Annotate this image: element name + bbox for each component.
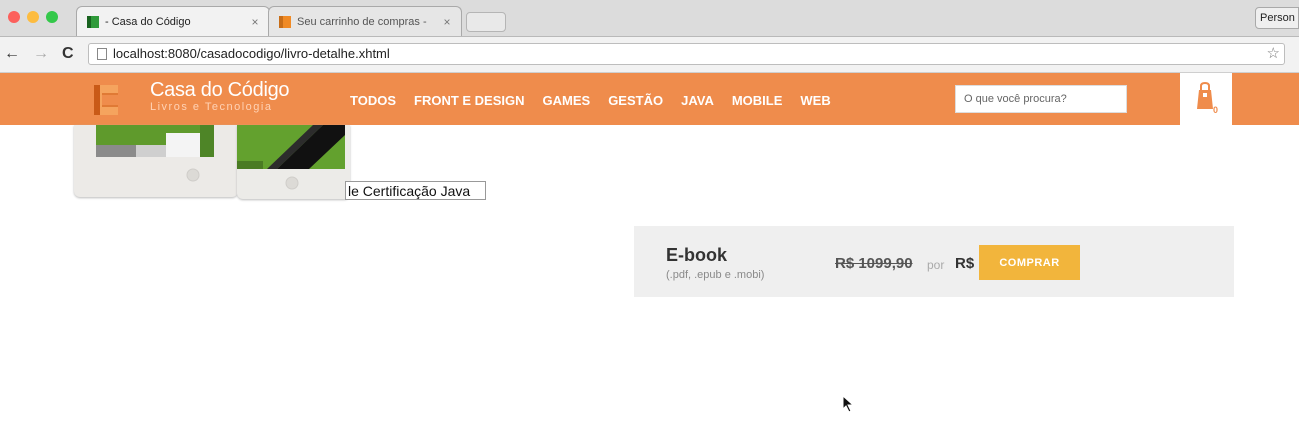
- nav-front-e-design[interactable]: FRONT E DESIGN: [414, 93, 525, 108]
- forward-icon[interactable]: →: [33, 45, 49, 63]
- book-cover-printed-device: [237, 125, 350, 199]
- search-input[interactable]: O que você procura?: [955, 85, 1127, 113]
- logo-subtitle: Livros e Tecnologia: [150, 101, 273, 113]
- favicon-icon: [87, 15, 99, 28]
- tab-casa-do-codigo[interactable]: - Casa do Código ×: [76, 6, 270, 36]
- browser-nav-bar: ← → C localhost:8080/casadocodigo/livro-…: [0, 37, 1299, 73]
- book-cover-ebook-device: [74, 125, 238, 197]
- book-cover-image: [237, 125, 345, 190]
- nav-todos[interactable]: TODOS: [350, 93, 396, 108]
- nav-web[interactable]: WEB: [800, 93, 830, 108]
- cart-count-badge: 0: [1213, 105, 1219, 115]
- buy-button[interactable]: COMPRAR: [979, 245, 1080, 280]
- nav-games[interactable]: GAMES: [543, 93, 591, 108]
- address-bar[interactable]: localhost:8080/casadocodigo/livro-detalh…: [88, 43, 1285, 65]
- category-nav: TODOS FRONT E DESIGN GAMES GESTÃO JAVA M…: [350, 93, 849, 108]
- reload-icon[interactable]: C: [62, 45, 74, 63]
- tab-carrinho[interactable]: Seu carrinho de compras - ×: [268, 6, 462, 36]
- close-window-icon[interactable]: [8, 11, 20, 23]
- tab-label: - Casa do Código: [105, 15, 191, 28]
- cart-button[interactable]: 0: [1180, 73, 1232, 125]
- nav-java[interactable]: JAVA: [681, 93, 714, 108]
- minimize-window-icon[interactable]: [27, 11, 39, 23]
- format-label: E-book: [666, 245, 727, 265]
- url-text: localhost:8080/casadocodigo/livro-detalh…: [113, 46, 390, 61]
- nav-gestao[interactable]: GESTÃO: [608, 93, 663, 108]
- page-icon: [97, 48, 107, 60]
- price-box: E-book (.pdf, .epub e .mobi) R$ 1099,90 …: [634, 226, 1234, 297]
- nav-mobile[interactable]: MOBILE: [732, 93, 783, 108]
- favicon-icon: [279, 15, 291, 28]
- por-label: por: [927, 258, 945, 272]
- logo-icon[interactable]: [90, 83, 122, 117]
- new-price: R$: [955, 255, 975, 272]
- back-icon[interactable]: ←: [4, 45, 20, 63]
- logo-title[interactable]: Casa do Código: [150, 79, 290, 102]
- shopping-bag-icon: [1197, 81, 1213, 109]
- new-tab-button[interactable]: [466, 12, 506, 32]
- browser-tab-bar: - Casa do Código × Seu carrinho de compr…: [0, 0, 1299, 37]
- format-details: (.pdf, .epub e .mobi): [666, 269, 765, 281]
- site-header: Casa do Código Livros e Tecnologia TODOS…: [0, 73, 1299, 125]
- book-cover-image: [96, 125, 214, 182]
- profile-button[interactable]: Person: [1255, 7, 1299, 29]
- close-tab-icon[interactable]: ×: [439, 15, 455, 29]
- book-title: le Certificação Java: [345, 181, 486, 200]
- tab-label: Seu carrinho de compras -: [297, 15, 427, 28]
- mouse-cursor-icon: [842, 395, 855, 413]
- bookmark-star-icon[interactable]: ☆: [1267, 44, 1280, 64]
- old-price: R$ 1099,90: [835, 255, 913, 272]
- zoom-window-icon[interactable]: [46, 11, 58, 23]
- close-tab-icon[interactable]: ×: [247, 15, 263, 29]
